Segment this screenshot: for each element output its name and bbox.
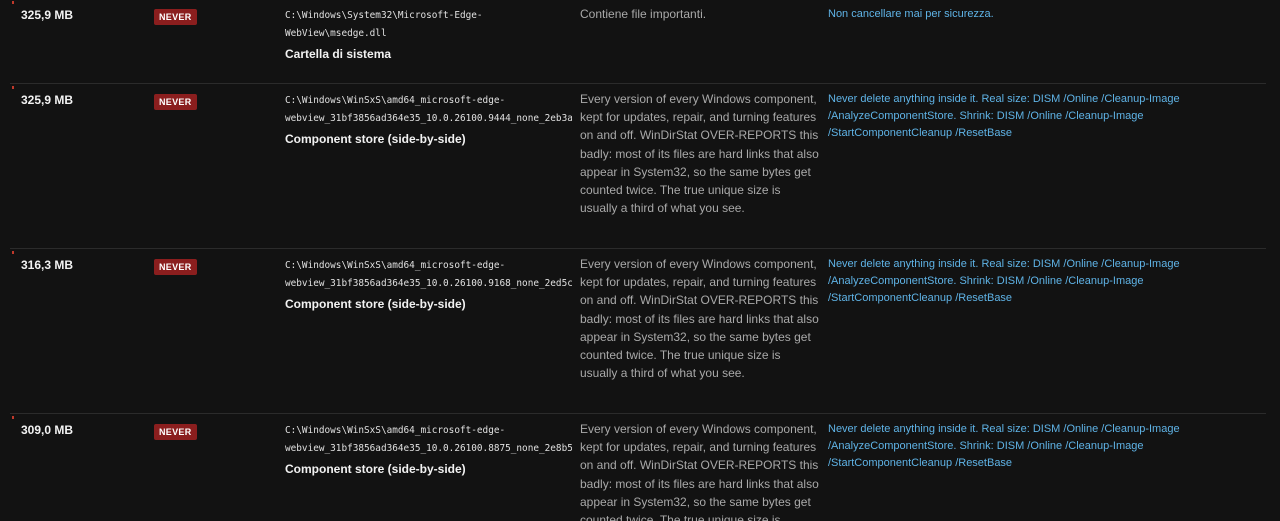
status-badge: NEVER xyxy=(154,94,197,110)
file-path: C:\Windows\System32\Microsoft-Edge- WebV… xyxy=(285,10,483,39)
file-path: C:\Windows\WinSxS\amd64_microsoft-edge- … xyxy=(285,95,572,124)
path-cell: C:\Windows\WinSxS\amd64_microsoft-edge- … xyxy=(285,422,572,477)
path-category-label: Component store (side-by-side) xyxy=(285,462,466,476)
size-cell: 309,0 MB xyxy=(21,423,74,437)
status-badge: NEVER xyxy=(154,259,197,275)
row-marker xyxy=(12,251,14,254)
file-path: C:\Windows\WinSxS\amd64_microsoft-edge- … xyxy=(285,260,572,289)
table-row[interactable]: 325,9 MB NEVER C:\Windows\System32\Micro… xyxy=(10,0,1266,84)
path-category-label: Component store (side-by-side) xyxy=(285,132,466,146)
path-cell: C:\Windows\System32\Microsoft-Edge- WebV… xyxy=(285,7,572,62)
size-cell: 325,9 MB xyxy=(21,8,74,22)
description-cell: Contiene file importanti. xyxy=(580,7,707,21)
description-cell: Every version of every Windows component… xyxy=(580,257,819,381)
description-cell: Every version of every Windows component… xyxy=(580,422,819,521)
advice-cell: Never delete anything inside it. Real si… xyxy=(828,258,1180,304)
file-path: C:\Windows\WinSxS\amd64_microsoft-edge- … xyxy=(285,425,572,454)
size-cell: 325,9 MB xyxy=(21,93,74,107)
advice-cell: Never delete anything inside it. Real si… xyxy=(828,423,1180,469)
advice-cell: Non cancellare mai per sicurezza. xyxy=(828,8,994,20)
row-marker xyxy=(12,86,14,89)
description-cell: Every version of every Windows component… xyxy=(580,92,819,216)
advice-cell: Never delete anything inside it. Real si… xyxy=(828,93,1180,139)
table-row[interactable]: 325,9 MB NEVER C:\Windows\WinSxS\amd64_m… xyxy=(10,84,1266,249)
path-category-label: Cartella di sistema xyxy=(285,47,392,61)
row-marker xyxy=(12,1,14,4)
status-badge: NEVER xyxy=(154,9,197,25)
path-category-label: Component store (side-by-side) xyxy=(285,297,466,311)
row-marker xyxy=(12,416,14,419)
table-row[interactable]: 309,0 MB NEVER C:\Windows\WinSxS\amd64_m… xyxy=(10,414,1266,521)
path-cell: C:\Windows\WinSxS\amd64_microsoft-edge- … xyxy=(285,92,572,147)
status-badge: NEVER xyxy=(154,424,197,440)
size-cell: 316,3 MB xyxy=(21,258,74,272)
results-table: 325,9 MB NEVER C:\Windows\System32\Micro… xyxy=(10,0,1266,521)
table-row[interactable]: 316,3 MB NEVER C:\Windows\WinSxS\amd64_m… xyxy=(10,249,1266,414)
path-cell: C:\Windows\WinSxS\amd64_microsoft-edge- … xyxy=(285,257,572,312)
